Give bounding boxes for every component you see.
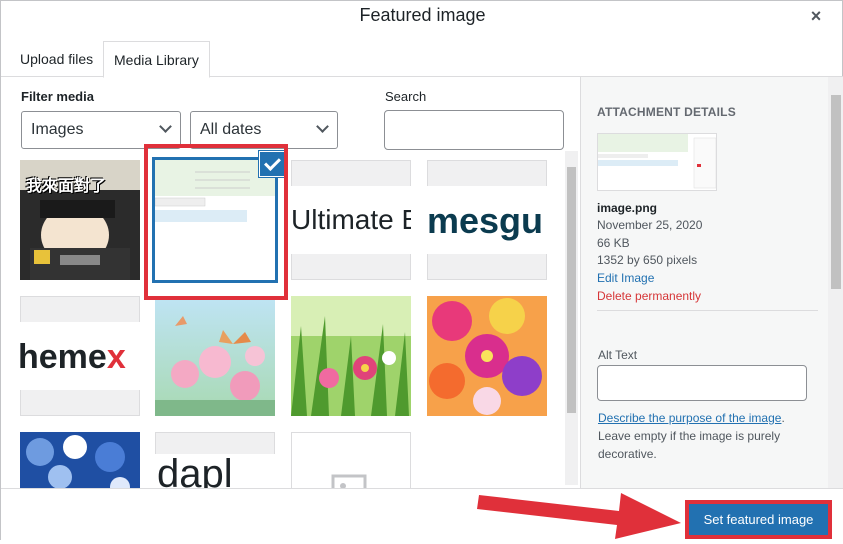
- selected-image-preview: [155, 160, 275, 280]
- thumbnail-dark-logo[interactable]: dapl: [155, 432, 275, 489]
- media-grid-scrollbar[interactable]: [565, 151, 578, 485]
- hemex-wordmark: hemex: [20, 338, 126, 376]
- media-type-value: Images: [31, 121, 84, 138]
- mesgu-text: mesgu: [427, 200, 544, 241]
- cartoon-avatar-text: 我來面對了: [26, 178, 107, 195]
- attachment-thumbnail: [597, 133, 717, 191]
- thumbnail-colorful-flowers[interactable]: [427, 296, 547, 416]
- set-featured-image-button[interactable]: Set featured image: [688, 503, 829, 536]
- thumbnail-mesgu[interactable]: mesgu: [427, 160, 547, 280]
- alt-text-field[interactable]: [597, 365, 807, 401]
- alt-text-description: Describe the purpose of the image. Leave…: [598, 409, 808, 463]
- thumbnail-placeholder[interactable]: [291, 432, 411, 489]
- attachment-dimensions: 1352 by 650 pixels: [597, 253, 698, 267]
- media-grid: 我來面對了 Ultimate B mesgu hemex dapl: [1, 151, 561, 489]
- sidebar-scrollbar[interactable]: [828, 77, 843, 488]
- thumbnail-ultimate-b[interactable]: Ultimate B: [291, 160, 411, 280]
- attachment-size: 66 KB: [597, 236, 630, 250]
- sidebar-divider: [597, 310, 818, 311]
- tab-upload-files[interactable]: Upload files: [10, 41, 103, 77]
- edit-image-link[interactable]: Edit Image: [597, 271, 654, 285]
- thumbnail-hemex[interactable]: hemex: [20, 296, 140, 416]
- attachment-details-sidebar: ATTACHMENT DETAILS image.png November 25…: [580, 77, 843, 488]
- butterfly-flowers-image: [155, 296, 275, 416]
- sidebar-scroll-thumb[interactable]: [831, 95, 841, 289]
- attachment-details-heading: ATTACHMENT DETAILS: [597, 105, 736, 119]
- search-label: Search: [385, 89, 427, 104]
- attachment-date: November 25, 2020: [597, 218, 703, 232]
- featured-image-modal: Featured image × Upload files Media Libr…: [0, 0, 843, 541]
- filter-media-label: Filter media: [21, 89, 94, 104]
- ultimate-b-text: Ultimate B: [291, 204, 411, 235]
- alt-text-help-punct: .: [781, 411, 785, 425]
- search-input[interactable]: [384, 110, 564, 150]
- modal-title: Featured image: [359, 5, 486, 25]
- date-filter-value: All dates: [200, 121, 262, 138]
- alt-text-help-text: Leave empty if the image is purely decor…: [598, 429, 781, 461]
- media-tabs: Upload files Media Library: [1, 41, 843, 78]
- thumbnail-blue-flowers[interactable]: [20, 432, 140, 489]
- thumbnail-green-flowers[interactable]: [291, 296, 411, 416]
- red-arrow-annotation: [477, 493, 681, 539]
- alt-text-label: Alt Text: [598, 348, 638, 362]
- chevron-down-icon: [159, 120, 172, 133]
- tab-media-library[interactable]: Media Library: [103, 41, 210, 78]
- thumbnail-cartoon-avatar[interactable]: 我來面對了: [20, 160, 140, 280]
- green-flowers-image: [291, 296, 411, 416]
- hemex-text: hemex: [20, 338, 126, 377]
- thumbnail-selected-image[interactable]: [155, 160, 275, 280]
- dark-logo-text: dapl: [157, 452, 233, 489]
- thumbnail-butterfly-flowers[interactable]: [155, 296, 275, 416]
- chevron-down-icon: [316, 120, 329, 133]
- attachment-filename: image.png: [597, 201, 658, 215]
- media-type-select[interactable]: Images: [21, 111, 181, 149]
- media-grid-scroll-thumb[interactable]: [567, 167, 576, 413]
- selected-check-icon[interactable]: [259, 151, 285, 177]
- date-filter-select[interactable]: All dates: [190, 111, 338, 149]
- close-icon[interactable]: ×: [806, 7, 826, 27]
- colorful-flowers-image: [427, 296, 547, 416]
- delete-permanently-link[interactable]: Delete permanently: [597, 289, 701, 303]
- hemex-accent-letter: x: [106, 338, 126, 376]
- attachment-thumbnail-image: [598, 134, 716, 190]
- alt-text-help-link[interactable]: Describe the purpose of the image: [598, 411, 781, 425]
- blue-flowers-image: [20, 432, 140, 489]
- image-placeholder-icon: [331, 474, 367, 489]
